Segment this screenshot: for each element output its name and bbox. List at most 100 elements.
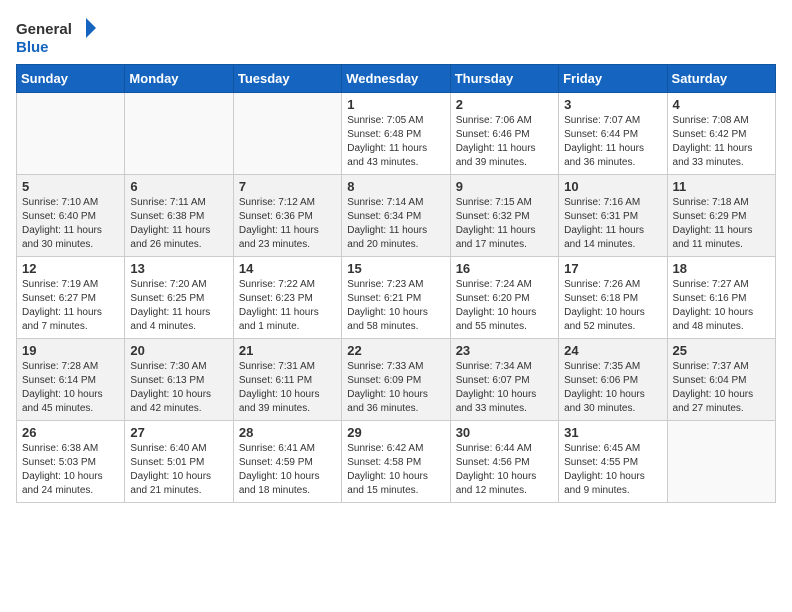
calendar-day: 7Sunrise: 7:12 AM Sunset: 6:36 PM Daylig… — [233, 175, 341, 257]
svg-text:Blue: Blue — [16, 39, 49, 56]
calendar-day: 19 Sunrise: 7:28 AM Sunset: 6:14 PM Dayli… — [17, 339, 125, 421]
day-info: Sunrise: 7:08 AM Sunset: 6:42 PM Dayligh… — [673, 114, 770, 170]
day-number: 20 — [130, 343, 227, 358]
day-info: Sunrise: 7:10 AM Sunset: 6:40 PM Dayligh… — [22, 196, 119, 252]
day-info: Sunrise: 7:35 AM Sunset: 6:06 PM Dayligh… — [564, 360, 661, 416]
day-number: 31 — [564, 425, 661, 440]
day-info: Sunrise: 7:33 AM Sunset: 6:09 PM Dayligh… — [347, 360, 444, 416]
day-number: 9 — [456, 179, 553, 194]
page-header: General Blue — [16, 16, 776, 56]
day-number: 14 — [239, 261, 336, 276]
calendar-day: 22 Sunrise: 7:33 AM Sunset: 6:09 PM Dayli… — [342, 339, 450, 421]
day-info: Sunrise: 7:15 AM Sunset: 6:32 PM Dayligh… — [456, 196, 553, 252]
day-number: 2 — [456, 97, 553, 112]
calendar-table: SundayMondayTuesdayWednesdayThursdayFrid… — [16, 64, 776, 503]
day-number: 11 — [673, 179, 770, 194]
calendar-day: 15 Sunrise: 7:23 AM Sunset: 6:21 PM Dayli… — [342, 257, 450, 339]
calendar-day: 10 Sunrise: 7:16 AM Sunset: 6:31 PM Dayli… — [559, 175, 667, 257]
day-number: 30 — [456, 425, 553, 440]
day-info: Sunrise: 7:26 AM Sunset: 6:18 PM Dayligh… — [564, 278, 661, 334]
calendar-day: 12 Sunrise: 7:19 AM Sunset: 6:27 PM Dayli… — [17, 257, 125, 339]
calendar-week-5: 26Sunrise: 6:38 AM Sunset: 5:03 PM Dayli… — [17, 421, 776, 503]
day-number: 27 — [130, 425, 227, 440]
calendar-day: 18 Sunrise: 7:27 AM Sunset: 6:16 PM Dayli… — [667, 257, 775, 339]
day-info: Sunrise: 7:14 AM Sunset: 6:34 PM Dayligh… — [347, 196, 444, 252]
day-info: Sunrise: 7:18 AM Sunset: 6:29 PM Dayligh… — [673, 196, 770, 252]
calendar-day: 20Sunrise: 7:30 AM Sunset: 6:13 PM Dayli… — [125, 339, 233, 421]
day-info: Sunrise: 6:40 AM Sunset: 5:01 PM Dayligh… — [130, 442, 227, 498]
day-info: Sunrise: 7:27 AM Sunset: 6:16 PM Dayligh… — [673, 278, 770, 334]
day-number: 10 — [564, 179, 661, 194]
weekday-header-thursday: Thursday — [450, 65, 558, 93]
weekday-header-wednesday: Wednesday — [342, 65, 450, 93]
day-info: Sunrise: 7:07 AM Sunset: 6:44 PM Dayligh… — [564, 114, 661, 170]
day-info: Sunrise: 6:41 AM Sunset: 4:59 PM Dayligh… — [239, 442, 336, 498]
day-number: 28 — [239, 425, 336, 440]
calendar-day — [17, 93, 125, 175]
logo: General Blue — [16, 16, 96, 56]
day-info: Sunrise: 7:34 AM Sunset: 6:07 PM Dayligh… — [456, 360, 553, 416]
weekday-header-monday: Monday — [125, 65, 233, 93]
calendar-day: 5 Sunrise: 7:10 AM Sunset: 6:40 PM Daylig… — [17, 175, 125, 257]
calendar-week-2: 5 Sunrise: 7:10 AM Sunset: 6:40 PM Daylig… — [17, 175, 776, 257]
day-info: Sunrise: 7:12 AM Sunset: 6:36 PM Dayligh… — [239, 196, 336, 252]
calendar-day: 6Sunrise: 7:11 AM Sunset: 6:38 PM Daylig… — [125, 175, 233, 257]
day-number: 8 — [347, 179, 444, 194]
day-info: Sunrise: 6:45 AM Sunset: 4:55 PM Dayligh… — [564, 442, 661, 498]
weekday-header-tuesday: Tuesday — [233, 65, 341, 93]
calendar-day: 25Sunrise: 7:37 AM Sunset: 6:04 PM Dayli… — [667, 339, 775, 421]
day-number: 25 — [673, 343, 770, 358]
calendar-week-4: 19 Sunrise: 7:28 AM Sunset: 6:14 PM Dayli… — [17, 339, 776, 421]
calendar-day: 30 Sunrise: 6:44 AM Sunset: 4:56 PM Dayli… — [450, 421, 558, 503]
day-number: 23 — [456, 343, 553, 358]
day-number: 24 — [564, 343, 661, 358]
day-info: Sunrise: 6:42 AM Sunset: 4:58 PM Dayligh… — [347, 442, 444, 498]
day-info: Sunrise: 7:20 AM Sunset: 6:25 PM Dayligh… — [130, 278, 227, 334]
calendar-day: 29 Sunrise: 6:42 AM Sunset: 4:58 PM Dayli… — [342, 421, 450, 503]
calendar-day — [667, 421, 775, 503]
calendar-week-1: 1 Sunrise: 7:05 AM Sunset: 6:48 PM Daylig… — [17, 93, 776, 175]
calendar-day — [233, 93, 341, 175]
day-number: 5 — [22, 179, 119, 194]
logo-svg: General Blue — [16, 16, 96, 56]
day-number: 3 — [564, 97, 661, 112]
day-number: 21 — [239, 343, 336, 358]
calendar-day: 4Sunrise: 7:08 AM Sunset: 6:42 PM Daylig… — [667, 93, 775, 175]
day-number: 18 — [673, 261, 770, 276]
day-number: 12 — [22, 261, 119, 276]
day-info: Sunrise: 7:28 AM Sunset: 6:14 PM Dayligh… — [22, 360, 119, 416]
day-info: Sunrise: 7:24 AM Sunset: 6:20 PM Dayligh… — [456, 278, 553, 334]
weekday-header-saturday: Saturday — [667, 65, 775, 93]
calendar-day: 1 Sunrise: 7:05 AM Sunset: 6:48 PM Daylig… — [342, 93, 450, 175]
calendar-day: 14Sunrise: 7:22 AM Sunset: 6:23 PM Dayli… — [233, 257, 341, 339]
calendar-day: 13 Sunrise: 7:20 AM Sunset: 6:25 PM Dayli… — [125, 257, 233, 339]
day-info: Sunrise: 7:31 AM Sunset: 6:11 PM Dayligh… — [239, 360, 336, 416]
weekday-header-friday: Friday — [559, 65, 667, 93]
day-info: Sunrise: 7:19 AM Sunset: 6:27 PM Dayligh… — [22, 278, 119, 334]
day-number: 22 — [347, 343, 444, 358]
calendar-week-3: 12 Sunrise: 7:19 AM Sunset: 6:27 PM Dayli… — [17, 257, 776, 339]
calendar-day: 17Sunrise: 7:26 AM Sunset: 6:18 PM Dayli… — [559, 257, 667, 339]
day-info: Sunrise: 6:44 AM Sunset: 4:56 PM Dayligh… — [456, 442, 553, 498]
day-number: 26 — [22, 425, 119, 440]
day-number: 19 — [22, 343, 119, 358]
calendar-day: 3 Sunrise: 7:07 AM Sunset: 6:44 PM Daylig… — [559, 93, 667, 175]
weekday-header-sunday: Sunday — [17, 65, 125, 93]
calendar-day: 27 Sunrise: 6:40 AM Sunset: 5:01 PM Dayli… — [125, 421, 233, 503]
day-info: Sunrise: 7:11 AM Sunset: 6:38 PM Dayligh… — [130, 196, 227, 252]
calendar-day: 8 Sunrise: 7:14 AM Sunset: 6:34 PM Daylig… — [342, 175, 450, 257]
weekday-header-row: SundayMondayTuesdayWednesdayThursdayFrid… — [17, 65, 776, 93]
day-number: 29 — [347, 425, 444, 440]
calendar-day: 9 Sunrise: 7:15 AM Sunset: 6:32 PM Daylig… — [450, 175, 558, 257]
day-number: 15 — [347, 261, 444, 276]
day-number: 1 — [347, 97, 444, 112]
day-number: 13 — [130, 261, 227, 276]
calendar-day: 24 Sunrise: 7:35 AM Sunset: 6:06 PM Dayli… — [559, 339, 667, 421]
calendar-day: 26Sunrise: 6:38 AM Sunset: 5:03 PM Dayli… — [17, 421, 125, 503]
day-info: Sunrise: 7:05 AM Sunset: 6:48 PM Dayligh… — [347, 114, 444, 170]
day-info: Sunrise: 7:23 AM Sunset: 6:21 PM Dayligh… — [347, 278, 444, 334]
day-info: Sunrise: 7:16 AM Sunset: 6:31 PM Dayligh… — [564, 196, 661, 252]
calendar-day: 31 Sunrise: 6:45 AM Sunset: 4:55 PM Dayli… — [559, 421, 667, 503]
calendar-day: 21 Sunrise: 7:31 AM Sunset: 6:11 PM Dayli… — [233, 339, 341, 421]
calendar-day: 2Sunrise: 7:06 AM Sunset: 6:46 PM Daylig… — [450, 93, 558, 175]
